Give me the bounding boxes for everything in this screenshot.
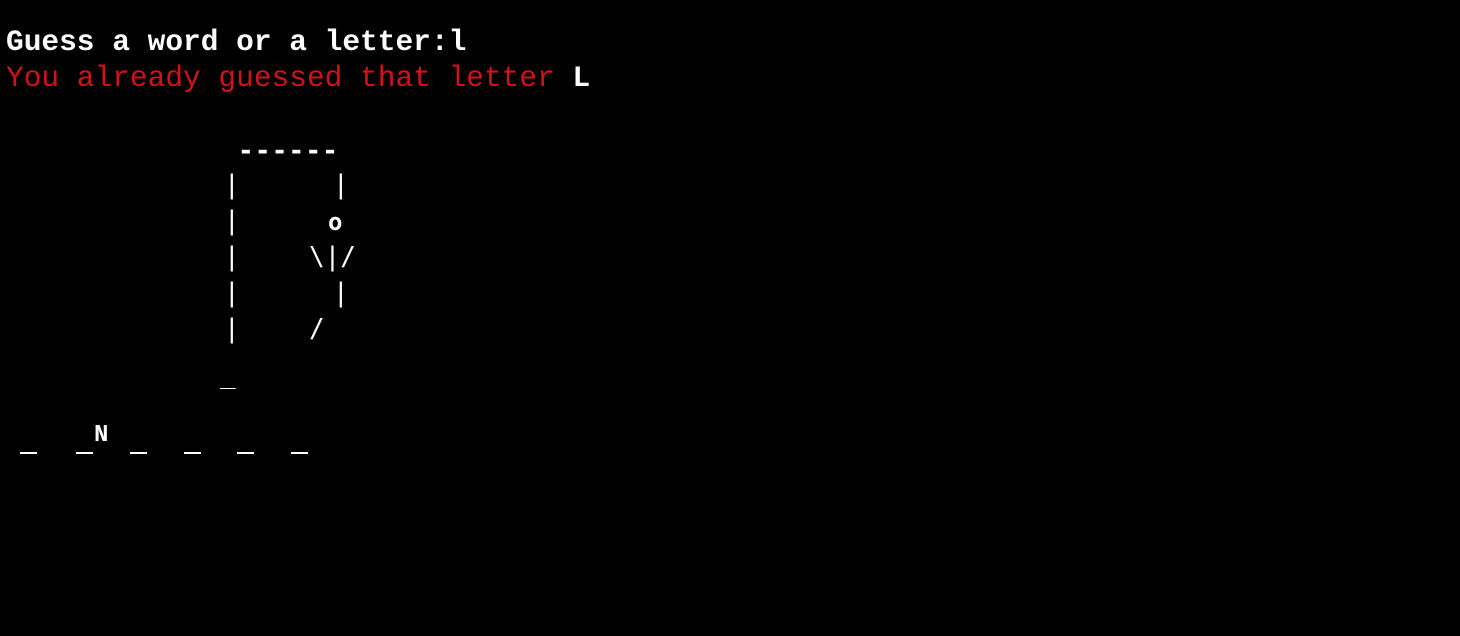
gallows-beam: ------ xyxy=(238,136,340,166)
letter-slot-char: N xyxy=(94,422,109,449)
letter-slot-underline xyxy=(130,452,147,454)
hangman-head: o xyxy=(328,208,343,236)
letter-slot-underline xyxy=(20,452,37,454)
letter-slot-underline xyxy=(237,452,254,454)
hangman-drawing: ------ | | | | | | o \|/ | / _ xyxy=(0,0,1460,484)
word-progress: N xyxy=(20,420,308,460)
letter-slot xyxy=(184,420,206,456)
hangman-left-leg: / xyxy=(309,314,325,344)
letter-slot-underline xyxy=(291,452,308,454)
gallows-post: | xyxy=(224,242,240,272)
hangman-arms: \|/ xyxy=(309,242,356,272)
letter-slot-underline xyxy=(76,452,93,454)
letter-slot xyxy=(237,420,259,456)
letter-slot xyxy=(20,420,42,456)
letter-slot xyxy=(130,420,152,456)
gallows-post: | xyxy=(224,206,240,236)
gallows-base: _ xyxy=(220,360,236,390)
hangman-body: | xyxy=(333,278,349,308)
letter-slot xyxy=(291,420,313,456)
terminal-window: Guess a word or a letter:l You already g… xyxy=(0,0,1460,484)
gallows-post: | xyxy=(224,314,240,344)
letter-slot-underline xyxy=(184,452,201,454)
gallows-post: | xyxy=(224,278,240,308)
gallows-post: | xyxy=(224,170,240,200)
gallows-rope: | xyxy=(333,170,349,200)
letter-slot: N xyxy=(76,420,108,456)
